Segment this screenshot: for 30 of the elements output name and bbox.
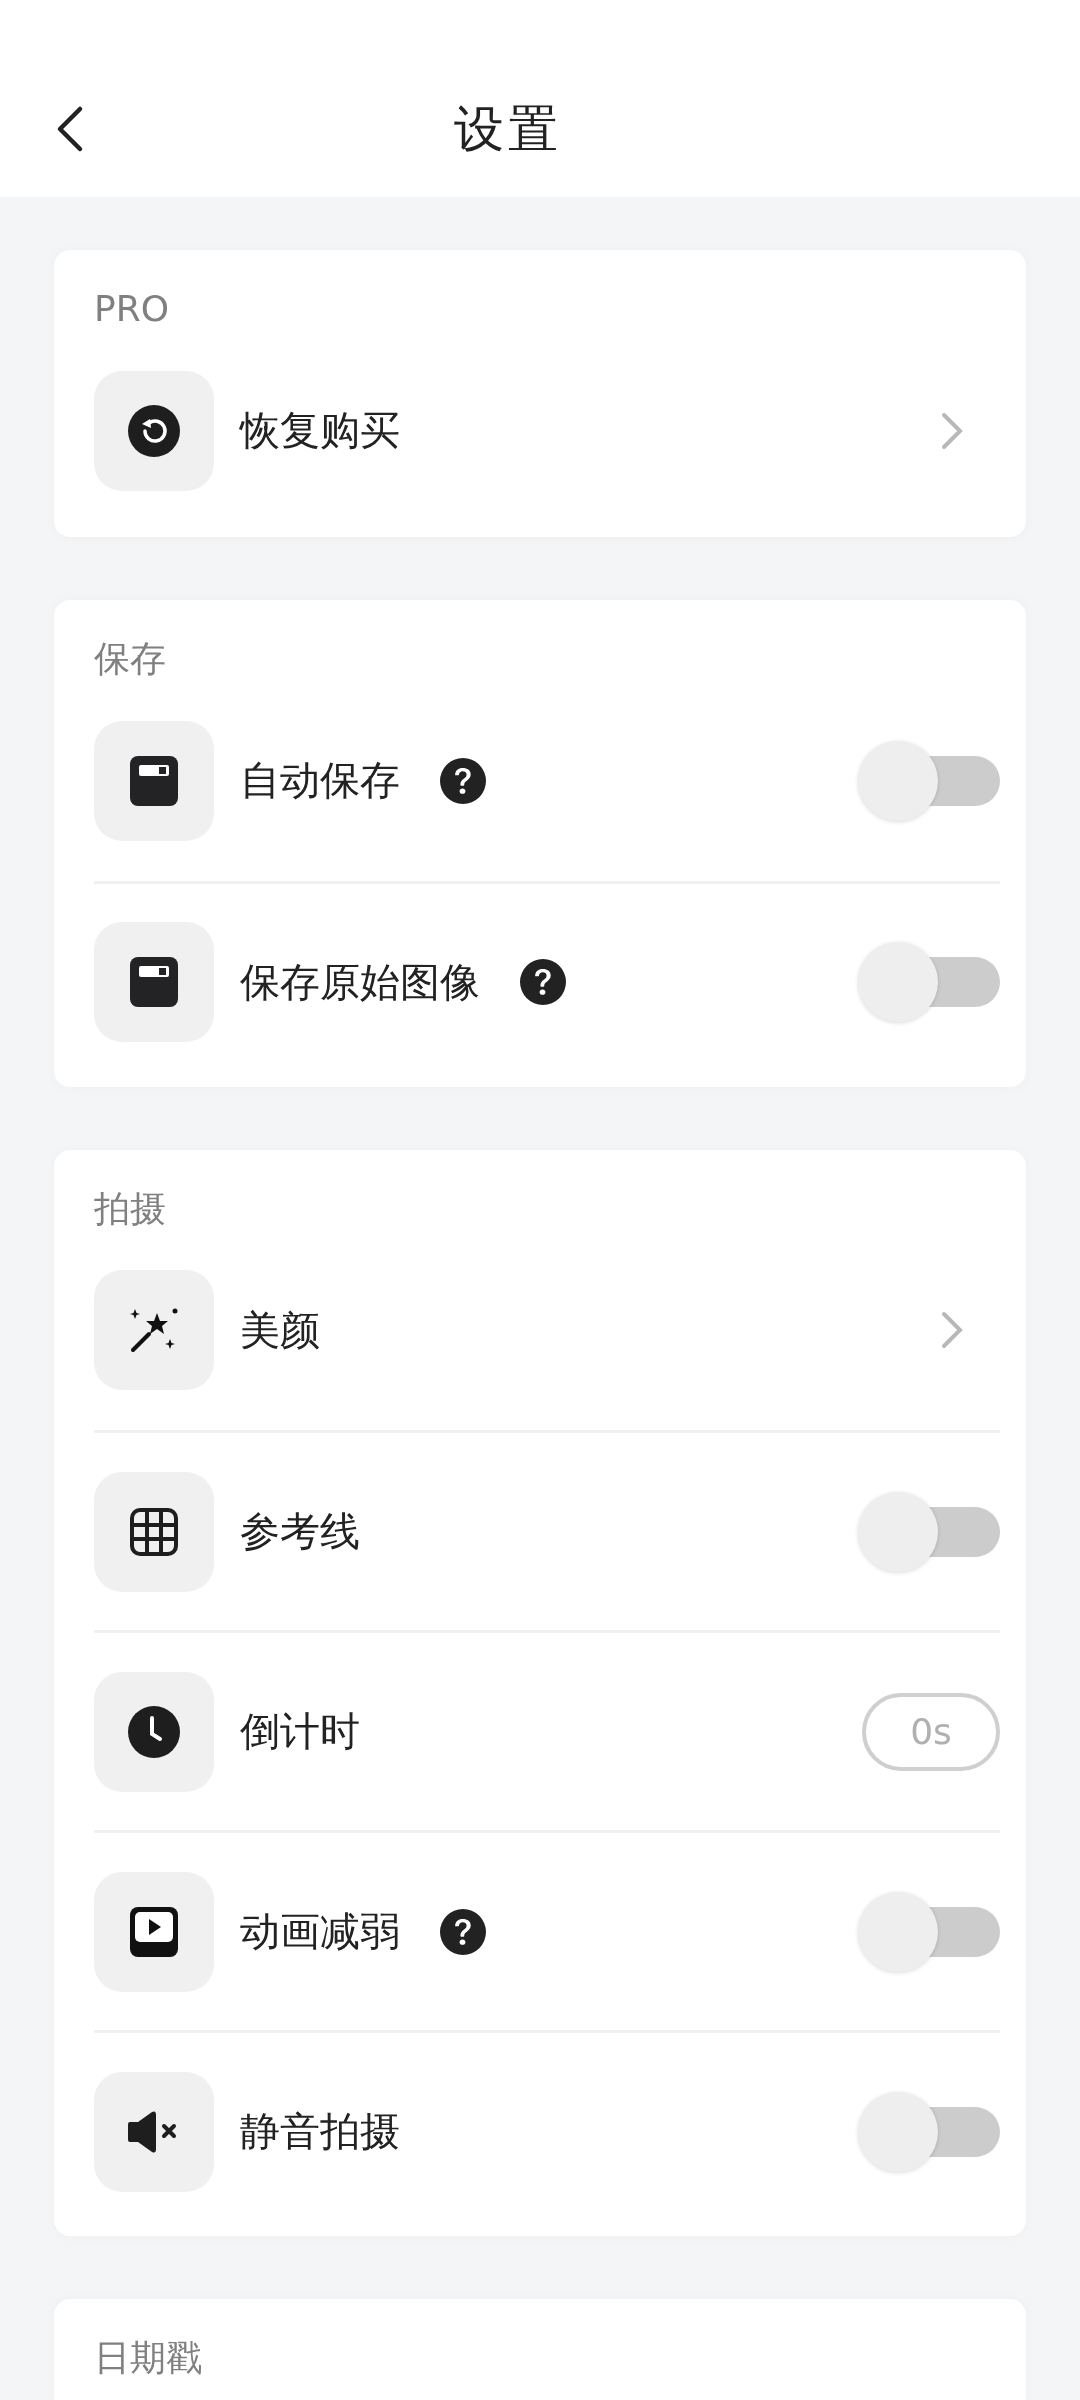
setting-label[interactable]: 动画减弱 bbox=[240, 1904, 400, 1960]
setting-label[interactable]: 自动保存 bbox=[240, 753, 400, 809]
section-title: 拍摄 bbox=[94, 1186, 166, 1231]
restore-icon bbox=[128, 404, 180, 457]
setting-label[interactable]: 参考线 bbox=[240, 1504, 360, 1560]
section-title: 保存 bbox=[94, 636, 166, 681]
magic-wand-icon bbox=[129, 1307, 179, 1354]
page-title: 设置 bbox=[454, 99, 562, 159]
chevron-icon bbox=[940, 410, 964, 451]
help-icon[interactable] bbox=[440, 1908, 486, 1955]
setting-label[interactable]: 倒计时 bbox=[240, 1704, 360, 1760]
chevron-icon bbox=[940, 1310, 964, 1351]
toggle-switch[interactable] bbox=[858, 1490, 1000, 1573]
toggle-switch[interactable] bbox=[858, 941, 1000, 1024]
save-icon bbox=[130, 957, 178, 1008]
video-icon bbox=[130, 1906, 178, 1957]
section-title: 日期戳 bbox=[94, 2336, 202, 2381]
toggle-switch[interactable] bbox=[858, 2090, 1000, 2173]
setting-label[interactable]: 保存原始图像 bbox=[240, 954, 480, 1010]
save-icon bbox=[130, 755, 178, 806]
grid-icon bbox=[130, 1507, 178, 1556]
section-title: PRO bbox=[94, 287, 170, 331]
help-icon[interactable] bbox=[440, 757, 486, 804]
toggle-switch[interactable] bbox=[858, 739, 1000, 822]
setting-label[interactable]: 美颜 bbox=[240, 1302, 320, 1358]
setting-label[interactable]: 静音拍摄 bbox=[240, 2104, 400, 2160]
clock-icon bbox=[128, 1705, 180, 1758]
help-icon[interactable] bbox=[520, 959, 566, 1006]
setting-label[interactable]: 恢复购买 bbox=[240, 403, 400, 459]
toggle-switch[interactable] bbox=[858, 1890, 1000, 1973]
